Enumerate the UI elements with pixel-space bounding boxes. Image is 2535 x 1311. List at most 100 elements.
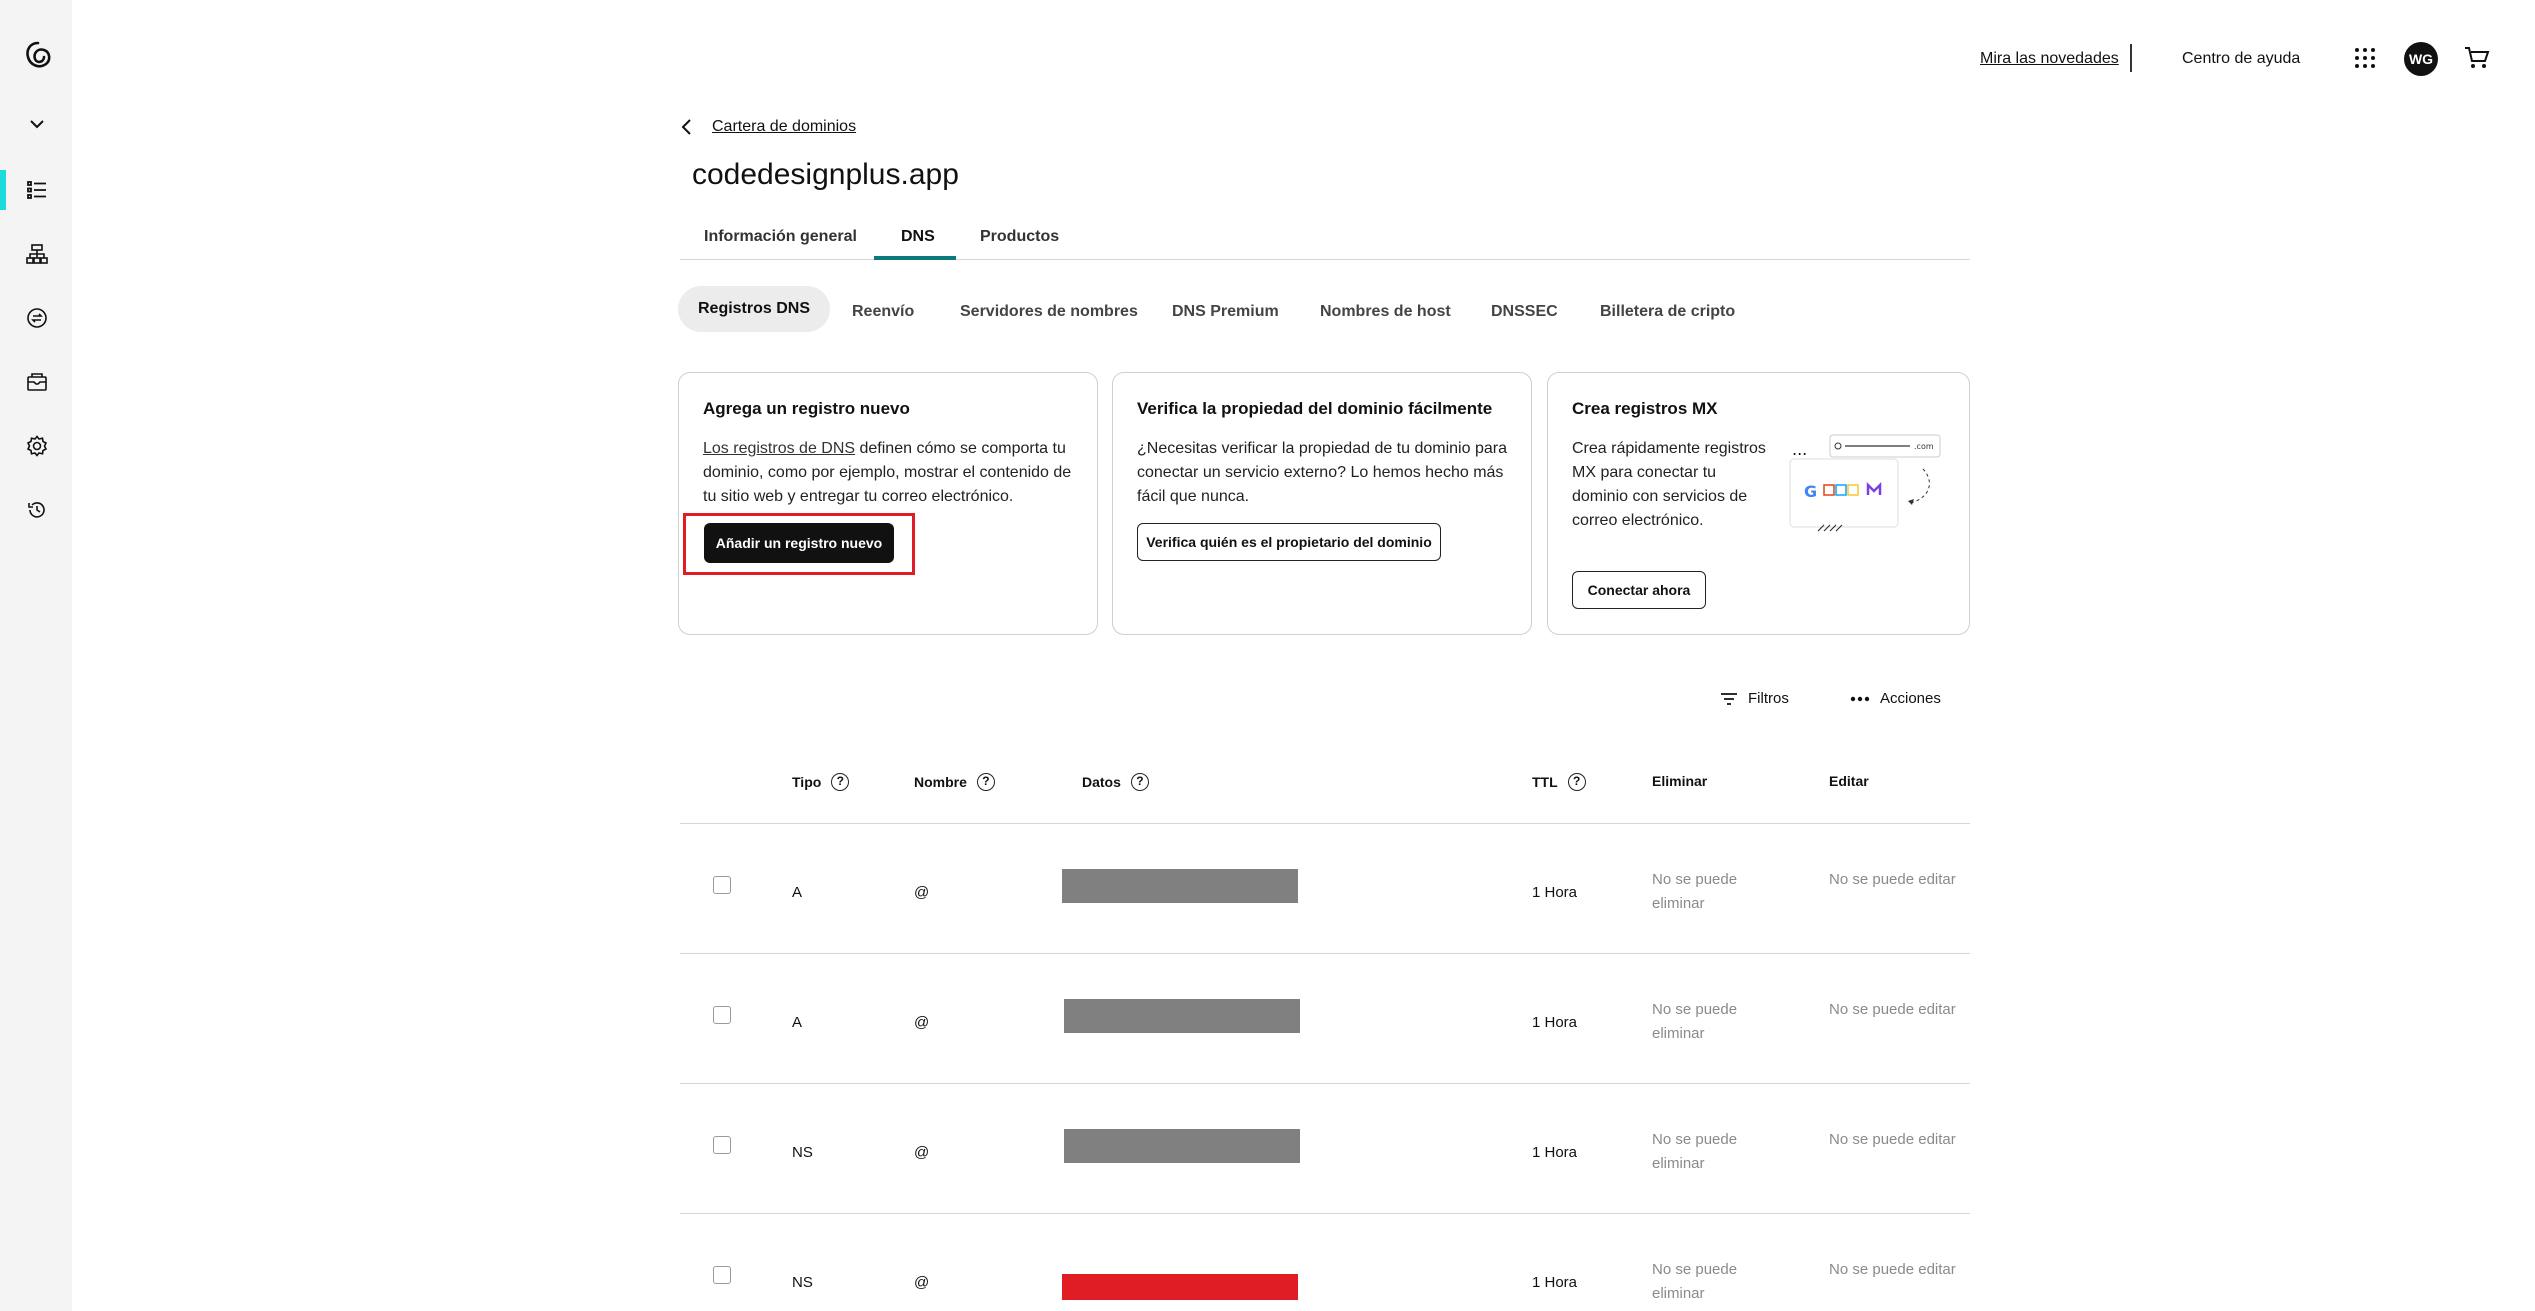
column-header-edit-label: Editar (1829, 773, 1869, 789)
column-header-type-label: Tipo (792, 774, 822, 790)
history-icon[interactable] (20, 493, 54, 527)
row-name: @ (914, 1274, 930, 1291)
page-title: codedesignplus.app (692, 158, 959, 191)
subtab-nameservers[interactable]: Servidores de nombres (960, 300, 1138, 324)
column-header-name[interactable]: Nombre ? (914, 773, 995, 791)
chevron-left-icon[interactable] (680, 118, 694, 136)
subtab-forwarding[interactable]: Reenvío (852, 300, 914, 324)
whats-new-link[interactable]: Mira las novedades (1980, 50, 2119, 68)
row-type: NS (792, 1144, 813, 1161)
filters-button[interactable]: Filtros (1720, 690, 1789, 707)
column-header-ttl[interactable]: TTL ? (1532, 773, 1586, 791)
verify-ownership-description: ¿Necesitas verificar la propiedad de tu … (1137, 440, 1507, 505)
row-type: A (792, 1014, 803, 1031)
filter-icon (1721, 692, 1737, 705)
avatar[interactable]: WG (2404, 42, 2438, 76)
breadcrumb[interactable]: Cartera de dominios (680, 118, 856, 136)
header-divider (2130, 44, 2132, 72)
tab-overview[interactable]: Información general (704, 228, 857, 246)
breadcrumb-domain-portfolio[interactable]: Cartera de dominios (712, 118, 856, 136)
subtab-dns-records[interactable]: Registros DNS (678, 286, 830, 332)
tab-dns[interactable]: DNS (901, 228, 935, 246)
row-checkbox[interactable] (713, 1266, 731, 1284)
help-center-link[interactable]: Centro de ayuda (2182, 50, 2300, 68)
help-icon[interactable]: ? (831, 773, 850, 791)
mx-records-card: Crea registros MX Crea rápidamente regis… (1547, 372, 1970, 635)
column-header-delete-label: Eliminar (1652, 773, 1708, 789)
add-record-title: Agrega un registro nuevo (703, 399, 910, 418)
redacted-data (1062, 869, 1298, 903)
row-ttl: 1 Hora (1532, 1144, 1578, 1161)
row-edit-status: No se puede editar (1829, 1001, 1956, 1018)
row-edit-status: No se puede editar (1829, 1261, 1956, 1278)
subtab-crypto-wallet[interactable]: Billetera de cripto (1600, 300, 1735, 324)
row-type: A (792, 884, 803, 901)
app-root: Mira las novedades Centro de ayuda WG Ca… (0, 0, 2535, 1311)
column-header-ttl-label: TTL (1532, 774, 1558, 790)
row-edit-status: No se puede editar (1829, 1131, 1956, 1148)
actions-button[interactable]: Acciones (1850, 690, 1941, 707)
svg-text:...: ... (1792, 440, 1807, 459)
connect-now-button[interactable]: Conectar ahora (1572, 571, 1706, 609)
table-row: A @ 1 Hora No se puede eliminar No se pu… (680, 823, 1970, 953)
table-row: NS @ 1 Hora No se puede eliminar No se p… (680, 1213, 1970, 1311)
row-checkbox[interactable] (713, 1136, 731, 1154)
filters-label: Filtros (1748, 690, 1789, 707)
verify-ownership-title: Verifica la propiedad del dominio fácilm… (1137, 399, 1493, 418)
subtab-premium-dns[interactable]: DNS Premium (1172, 300, 1279, 324)
help-icon[interactable]: ? (976, 773, 995, 791)
column-header-type[interactable]: Tipo ? (792, 773, 850, 791)
apps-grid-icon[interactable] (2354, 47, 2376, 74)
row-delete-status: No se puede eliminar (1652, 1001, 1738, 1042)
column-header-delete: Eliminar (1652, 773, 1707, 789)
gear-icon[interactable] (20, 429, 54, 463)
row-name: @ (914, 1014, 930, 1031)
row-delete-status: No se puede eliminar (1652, 1131, 1738, 1172)
more-dots-icon (1850, 696, 1870, 701)
sidebar-active-indicator (0, 170, 6, 210)
list-icon[interactable] (20, 173, 54, 207)
help-icon[interactable]: ? (1130, 773, 1149, 791)
verify-ownership-card: Verifica la propiedad del dominio fácilm… (1112, 372, 1532, 635)
mx-records-description: Crea rápidamente registros MX para conec… (1572, 440, 1766, 529)
row-checkbox[interactable] (713, 1006, 731, 1024)
add-record-description: Los registros de DNS definen cómo se com… (703, 437, 1083, 509)
column-header-data[interactable]: Datos ? (1082, 773, 1149, 791)
illustration-domain-label: .com (1914, 442, 1934, 451)
email-providers-illustration-icon: ... .com G (1789, 434, 1941, 532)
sidebar (0, 0, 72, 1311)
redacted-data (1064, 999, 1300, 1033)
row-edit-status: No se puede editar (1829, 871, 1956, 888)
help-icon[interactable]: ? (1567, 773, 1586, 791)
row-name: @ (914, 884, 930, 901)
cart-icon[interactable] (2464, 46, 2490, 75)
svg-text:G: G (1804, 482, 1817, 501)
subtab-dnssec[interactable]: DNSSEC (1491, 300, 1558, 324)
table-row: A @ 1 Hora No se puede eliminar No se pu… (680, 953, 1970, 1083)
tab-products[interactable]: Productos (980, 228, 1059, 246)
dns-records-link[interactable]: Los registros de DNS (703, 440, 855, 457)
row-checkbox[interactable] (713, 876, 731, 894)
main-tabs: Información general DNS Productos (680, 210, 1970, 260)
row-name: @ (914, 1144, 930, 1161)
mail-box-icon[interactable] (20, 365, 54, 399)
subtab-hostnames[interactable]: Nombres de host (1320, 300, 1451, 324)
actions-label: Acciones (1880, 690, 1941, 707)
mx-records-title: Crea registros MX (1572, 399, 1718, 418)
transfer-icon[interactable] (20, 301, 54, 335)
row-ttl: 1 Hora (1532, 1014, 1578, 1031)
row-ttl: 1 Hora (1532, 884, 1578, 901)
highlight-box (683, 513, 915, 575)
column-header-data-label: Datos (1082, 774, 1121, 790)
row-delete-status: No se puede eliminar (1652, 871, 1738, 912)
add-record-card: Agrega un registro nuevo Los registros d… (678, 372, 1098, 635)
sitemap-icon[interactable] (20, 237, 54, 271)
verify-owner-button[interactable]: Verifica quién es el propietario del dom… (1137, 523, 1441, 561)
row-type: NS (792, 1274, 813, 1291)
active-tab-underline (874, 256, 956, 260)
column-header-name-label: Nombre (914, 774, 967, 790)
column-header-edit: Editar (1829, 773, 1869, 789)
redacted-data (1062, 1274, 1298, 1300)
brand-logo-icon[interactable] (22, 40, 54, 72)
chevron-down-icon[interactable] (20, 107, 54, 141)
